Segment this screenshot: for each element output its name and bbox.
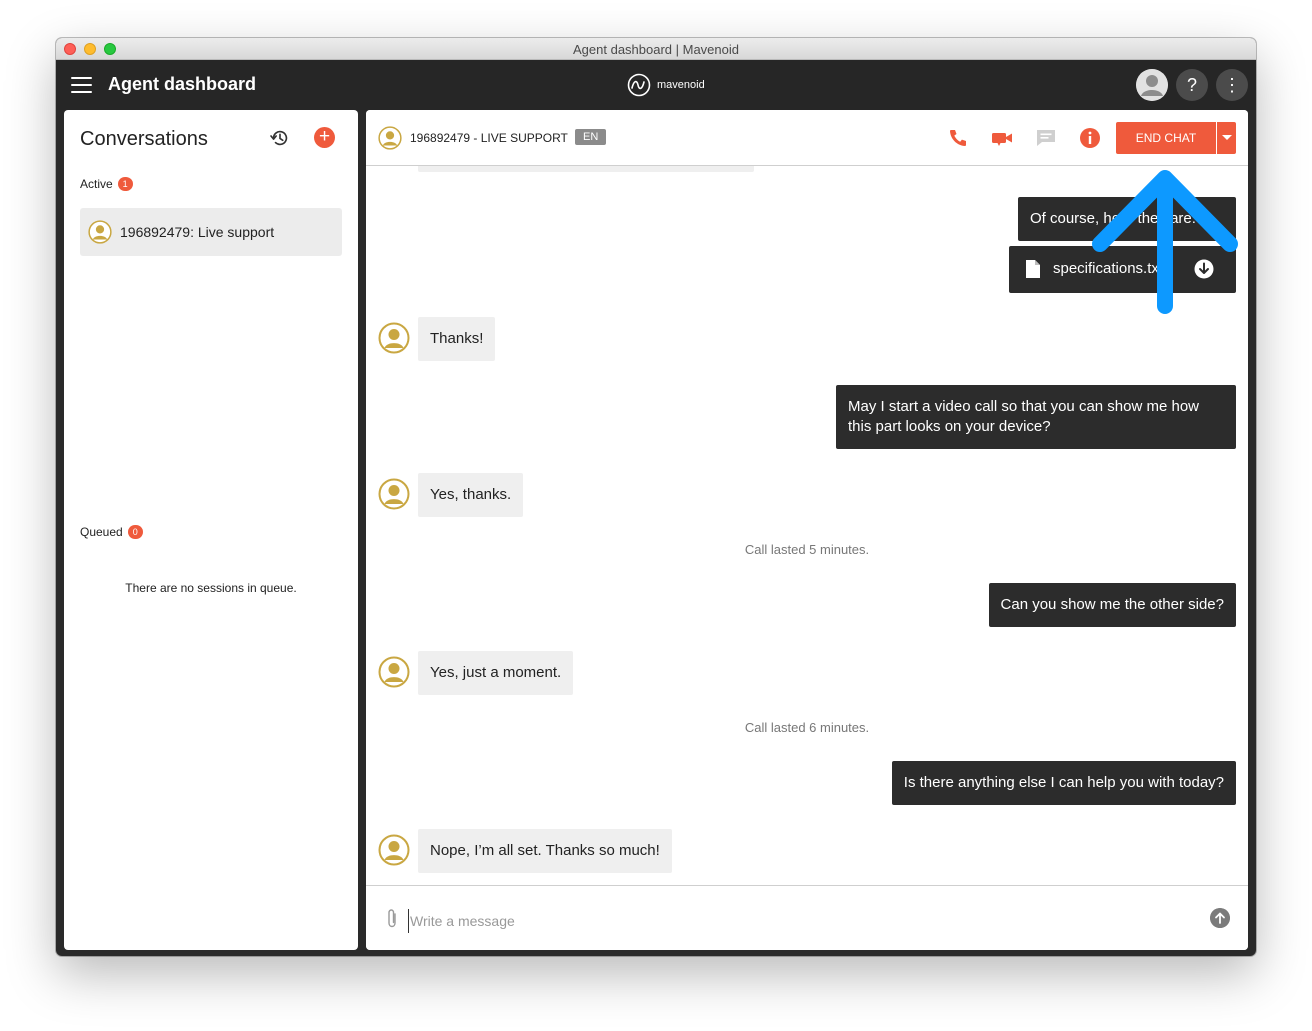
agent-message: May I start a video call so that you can… (836, 385, 1236, 449)
agent-message: Of course, here they are: (1018, 197, 1236, 241)
agent-message: Is there anything else I can help you wi… (891, 761, 1236, 805)
document-icon (1026, 260, 1040, 278)
customer-message: Yes, just a moment. (418, 651, 574, 695)
mavenoid-logo-icon (627, 73, 651, 97)
active-label: Active (80, 177, 113, 191)
app-header: Agent dashboard mavenoid ? ⋮ (56, 60, 1256, 110)
user-avatar-button[interactable] (1136, 69, 1168, 101)
customer-avatar-icon (378, 478, 410, 510)
chat-panel: 196892479 - LIVE SUPPORT EN END CHAT Of … (366, 110, 1248, 950)
download-icon[interactable] (1194, 259, 1214, 279)
queued-section-label: Queued 0 (80, 525, 143, 539)
chat-session-id: 196892479 - LIVE SUPPORT (410, 131, 568, 145)
user-icon (1136, 69, 1168, 101)
queued-label: Queued (80, 525, 123, 539)
conversation-item[interactable]: 196892479: Live support (80, 208, 342, 256)
customer-message: Nope, I’m all set. Thanks so much! (418, 829, 672, 873)
file-attachment[interactable]: specifications.txt (1009, 246, 1236, 293)
help-button[interactable]: ? (1176, 69, 1208, 101)
message-input[interactable] (408, 909, 1188, 933)
customer-avatar-icon (378, 834, 410, 866)
brand-name: mavenoid (657, 79, 705, 91)
chat-header: 196892479 - LIVE SUPPORT EN END CHAT (366, 110, 1248, 166)
phone-icon[interactable] (946, 126, 970, 150)
add-conversation-button[interactable]: + (314, 127, 335, 148)
customer-avatar-icon (378, 656, 410, 688)
history-icon[interactable] (269, 127, 291, 149)
conversations-panel: Conversations + Active 1 196892479: Live… (64, 110, 358, 950)
app-title: Agent dashboard (108, 74, 257, 94)
customer-avatar-icon (378, 322, 410, 354)
active-section-label: Active 1 (80, 177, 133, 191)
language-badge: EN (575, 129, 607, 145)
more-options-button[interactable]: ⋮ (1216, 69, 1248, 101)
window-titlebar: Agent dashboard | Mavenoid (56, 38, 1256, 60)
info-icon[interactable] (1078, 126, 1102, 150)
brand-logo: mavenoid (627, 73, 705, 97)
customer-avatar-icon (378, 126, 402, 150)
chat-bubble-icon[interactable] (1034, 126, 1058, 150)
customer-message: Yes, thanks. (418, 473, 524, 517)
send-arrow-icon[interactable] (1210, 908, 1230, 928)
customer-avatar-icon (88, 220, 112, 244)
end-chat-dropdown-button[interactable] (1216, 122, 1236, 154)
paperclip-icon[interactable] (384, 908, 400, 930)
end-chat-button[interactable]: END CHAT (1116, 122, 1216, 154)
window-title: Agent dashboard | Mavenoid (573, 42, 739, 57)
app-window: Agent dashboard | Mavenoid Agent dashboa… (56, 38, 1256, 956)
conversation-item-label: 196892479: Live support (120, 224, 275, 240)
menu-icon[interactable] (71, 77, 92, 93)
message-composer (366, 885, 1248, 950)
call-duration-note: Call lasted 6 minutes. (744, 720, 870, 735)
empty-queue-text: There are no sessions in queue. (125, 581, 297, 595)
video-camera-icon[interactable] (990, 126, 1014, 150)
agent-message: Can you show me the other side? (988, 583, 1236, 627)
customer-message: Thanks! (418, 317, 496, 361)
call-duration-note: Call lasted 5 minutes. (744, 542, 870, 557)
file-name: specifications.txt (1053, 260, 1164, 277)
active-count-badge: 1 (117, 177, 133, 191)
queued-count-badge: 0 (127, 525, 143, 539)
conversations-title: Conversations (80, 128, 208, 150)
